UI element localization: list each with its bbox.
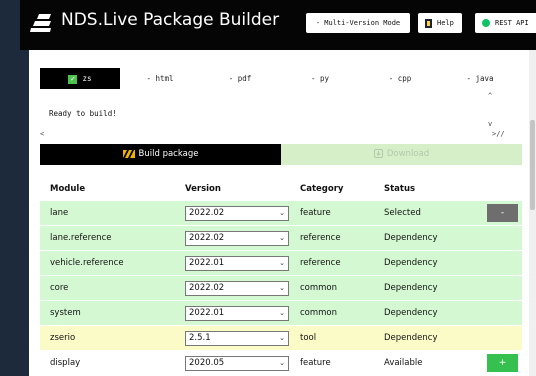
nds-logo-icon	[30, 14, 51, 32]
version-value: 2022.02	[189, 232, 225, 243]
version-value: 2022.02	[189, 282, 225, 293]
module-status: Dependency	[374, 250, 470, 276]
version-value: 2.5.1	[189, 332, 211, 343]
chevron-down-icon: ⌄	[279, 308, 285, 317]
hazard-stripes-icon	[122, 149, 135, 158]
tab-java[interactable]: - java	[440, 68, 520, 89]
module-name: display	[40, 350, 175, 375]
version-select[interactable]: 2.5.1 ⌄	[185, 330, 289, 346]
version-select[interactable]: 2020.05 ⌄	[185, 355, 289, 371]
table-row: vehicle.reference 2022.01 ⌄ reference Dep…	[40, 250, 522, 276]
module-status: Dependency	[374, 300, 470, 326]
scroll-down-arrow-icon[interactable]: v	[488, 120, 492, 128]
module-category: reference	[290, 225, 374, 251]
module-name: core	[40, 275, 175, 301]
app-header: NDS.Live Package Builder - Multi-Version…	[20, 0, 536, 50]
tab-py[interactable]: - py	[280, 68, 360, 89]
chevron-down-icon: ⌄	[279, 333, 285, 342]
tab-cpp[interactable]: - cpp	[360, 68, 440, 89]
column-header-status: Status	[374, 177, 470, 201]
module-category: tool	[290, 325, 374, 351]
resize-handle-icon[interactable]: >//	[492, 130, 505, 138]
column-header-category: Category	[290, 177, 374, 201]
version-value: 2022.01	[189, 307, 225, 318]
chevron-down-icon: ⌄	[279, 358, 285, 367]
chevron-down-icon: ⌄	[279, 208, 285, 217]
multi-version-mode-button[interactable]: - Multi-Version Mode	[306, 13, 410, 33]
language-tabs: ✓ zs - html - pdf - py - cpp - java	[40, 68, 510, 89]
module-category: feature	[290, 200, 374, 226]
chevron-down-icon: ⌄	[279, 283, 285, 292]
page-scrollbar[interactable]	[529, 50, 536, 376]
help-label: Help	[437, 19, 454, 27]
build-package-button[interactable]: Build package	[40, 144, 281, 165]
build-log-output[interactable]: Ready to build! < ^ v >//	[40, 92, 505, 138]
help-button[interactable]: Help	[418, 13, 462, 33]
module-name: zserio	[40, 325, 175, 351]
version-select[interactable]: 2022.02 ⌄	[185, 230, 289, 246]
tab-pdf[interactable]: - pdf	[200, 68, 280, 89]
scroll-left-arrow-icon[interactable]: <	[40, 130, 44, 138]
tab-zs-label: zs	[82, 74, 92, 83]
remove-module-button[interactable]: -	[487, 204, 518, 222]
module-status: Dependency	[374, 325, 470, 351]
download-icon	[373, 149, 383, 158]
table-row: system 2022.01 ⌄ common Dependency	[40, 300, 522, 326]
table-row: display 2020.05 ⌄ feature Available +	[40, 350, 522, 375]
main-panel: ✓ zs - html - pdf - py - cpp - java Ready…	[29, 50, 536, 376]
add-module-button[interactable]: +	[487, 354, 518, 372]
rest-api-label: REST API	[495, 19, 529, 27]
module-name: vehicle.reference	[40, 250, 175, 276]
table-header-row: Module Version Category Status	[40, 177, 522, 201]
table-row: lane 2022.02 ⌄ feature Selected -	[40, 200, 522, 226]
module-status: Selected	[374, 200, 470, 226]
module-category: common	[290, 275, 374, 301]
version-select[interactable]: 2022.01 ⌄	[185, 305, 289, 321]
chevron-down-icon: ⌄	[279, 258, 285, 267]
module-status: Dependency	[374, 225, 470, 251]
download-button[interactable]: Download	[281, 144, 522, 165]
tab-zs[interactable]: ✓ zs	[40, 68, 120, 89]
column-header-version: Version	[175, 177, 290, 201]
version-select[interactable]: 2022.02 ⌄	[185, 205, 289, 221]
action-bar: Build package Download	[40, 144, 522, 165]
version-select[interactable]: 2022.02 ⌄	[185, 280, 289, 296]
rest-api-button[interactable]: REST API	[475, 13, 536, 33]
page-scrollbar-thumb[interactable]	[530, 120, 535, 210]
module-category: reference	[290, 250, 374, 276]
column-header-action	[470, 177, 522, 201]
status-dot-icon	[482, 19, 490, 27]
module-name: system	[40, 300, 175, 326]
book-icon	[425, 18, 432, 28]
version-value: 2020.05	[189, 357, 225, 368]
module-category: common	[290, 300, 374, 326]
module-status: Available	[374, 350, 470, 375]
table-row: core 2022.02 ⌄ common Dependency	[40, 275, 522, 301]
tab-html[interactable]: - html	[120, 68, 200, 89]
modules-table: Module Version Category Status lane 2022…	[40, 177, 522, 375]
download-label: Download	[386, 149, 430, 159]
version-value: 2022.02	[189, 207, 225, 218]
module-name: lane.reference	[40, 225, 175, 251]
table-row: zserio 2.5.1 ⌄ tool Dependency	[40, 325, 522, 351]
app-title: NDS.Live Package Builder	[61, 10, 280, 30]
multi-version-mode-label: - Multi-Version Mode	[315, 19, 401, 27]
checkmark-icon: ✓	[68, 74, 78, 84]
chevron-down-icon: ⌄	[279, 233, 285, 242]
module-category: feature	[290, 350, 374, 375]
version-value: 2022.01	[189, 257, 225, 268]
version-select[interactable]: 2022.01 ⌄	[185, 255, 289, 271]
build-log-text: Ready to build!	[49, 109, 117, 118]
module-status: Dependency	[374, 275, 470, 301]
build-package-label: Build package	[138, 149, 199, 159]
table-row: lane.reference 2022.02 ⌄ reference Depend…	[40, 225, 522, 251]
scroll-up-arrow-icon[interactable]: ^	[488, 92, 492, 100]
column-header-module: Module	[40, 177, 175, 201]
module-name: lane	[40, 200, 175, 226]
